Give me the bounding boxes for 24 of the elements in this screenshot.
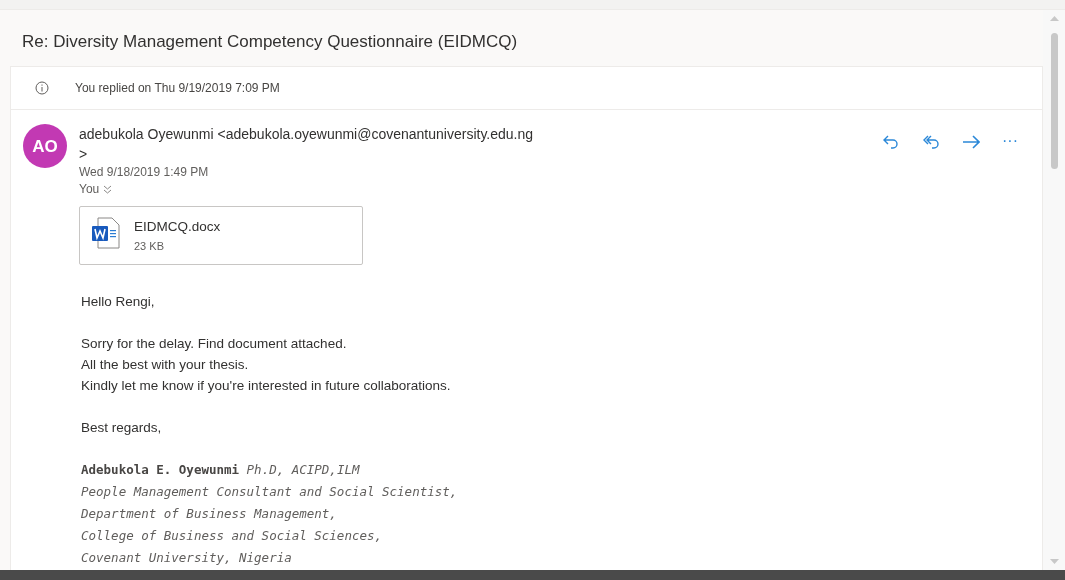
body-line: Kindly let me know if you're interested in future collaborations. (81, 377, 452, 396)
sent-date: Wed 9/18/2019 1:49 PM (79, 164, 210, 182)
info-icon (35, 81, 49, 96)
signature-line: Adebukola E. Oyewunmi Ph.D, ACIPD,ILM (81, 461, 361, 480)
attachment-name: EIDMCQ.docx (134, 218, 221, 237)
body-line: All the best with your thesis. (81, 356, 250, 375)
sender-avatar[interactable]: AO (23, 124, 67, 169)
more-button[interactable]: ··· (1000, 132, 1020, 151)
word-document-icon (92, 217, 120, 250)
signature-line: Covenant University, Nigeria (81, 549, 293, 568)
reply-notice: You replied on Thu 9/19/2019 7:09 PM (75, 80, 280, 98)
body-line: Sorry for the delay. Find document attached. (81, 335, 348, 354)
body-line: Hello Rengi, (81, 293, 156, 312)
sender-address[interactable]: adebukola Oyewunmi <adebukola.oyewunmi@covenantuniversity.edu.ng> (79, 124, 541, 165)
body-line: Best regards, (81, 419, 163, 438)
expand-icon[interactable] (103, 185, 113, 195)
attachment-card[interactable]: EIDMCQ.docx 23 KB (79, 206, 363, 266)
scroll-thumb[interactable] (1050, 33, 1058, 169)
signature-line: Department of Business Management, (81, 505, 338, 524)
recipient: You (79, 181, 100, 199)
signature-line: People Management Consultant and Social Scientist, (81, 483, 459, 502)
signature-line: College of Business and Social Sciences, (81, 527, 384, 546)
attachment-size: 23 KB (134, 238, 165, 254)
email-subject: Re: Diversity Management Competency Questionnaire (EIDMCQ) (21, 31, 519, 53)
